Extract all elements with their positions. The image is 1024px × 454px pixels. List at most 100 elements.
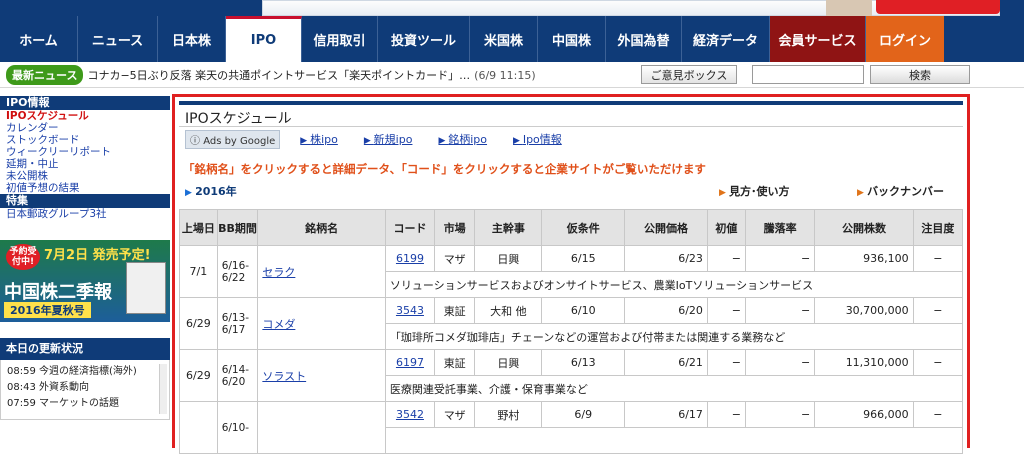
column-header: 仮条件 [541,209,626,246]
stock-code[interactable]: 6199 [384,245,436,272]
nav-item-2[interactable]: 日本株 [158,16,226,62]
lead-manager: 野村 [474,401,543,428]
stock-name-link[interactable]: セラク [262,266,295,279]
listing-date [179,401,218,454]
nav-item-4[interactable]: 信用取引 [302,16,378,62]
sidebar-link[interactable]: ウィークリーリポート [0,146,170,158]
ads-by-google-badge[interactable]: ⓘ Ads by Google [185,129,281,149]
stock-name[interactable]: コメダ [257,297,386,350]
business-description: 医療関連受託事業、介護・保育事業など [384,375,964,402]
market: マザ [434,401,476,428]
nav-item-5[interactable]: 投資ツール [378,16,470,62]
nav-item-7[interactable]: 中国株 [538,16,606,62]
news-time: (6/9 11:15) [474,68,536,82]
table-row: 6/10- 3542 マザ 野村 6/9 6/17− −966,000− [179,401,964,454]
offer-price: 6/21 [624,349,708,376]
offered-shares: 936,100 [814,245,914,272]
updates-scrollbar[interactable] [159,364,167,414]
sidebar-feature-links: 日本郵政グループ3社 [0,208,170,220]
change-rate: − [744,245,816,272]
title-bar: IPOスケジュール [179,101,963,127]
stock-code-link[interactable]: 6199 [396,252,424,265]
nav-item-9[interactable]: 経済データ [682,16,770,62]
bb-period: 6/16- 6/22 [216,245,259,298]
first-price: − [706,245,746,272]
news-headline-text: コナカ−5日ぶり反落 楽天の共通ポイントサービス「楽天ポイントカード」… [87,68,471,82]
sidebar-link[interactable]: IPOスケジュール [0,110,170,122]
opinion-box-button[interactable]: ご意見ボックス [641,65,737,84]
business-description: 「珈琲所コメダ珈琲店」チェーンなどの運営および付帯または関連する業務など [384,323,964,350]
listing-date: 7/1 [179,245,218,298]
backnumber-link[interactable]: バックナンバー [857,183,944,199]
column-header: 市場 [434,209,476,246]
attention-level: − [912,401,964,428]
attention-level: − [912,349,964,376]
nav-item-6[interactable]: 米国株 [470,16,538,62]
nav-item-8[interactable]: 外国為替 [606,16,682,62]
change-rate: − [744,349,816,376]
sidebar-link[interactable]: 未公開株 [0,170,170,182]
column-header: コード [384,209,436,246]
info-icon: ⓘ [190,135,204,147]
nav-item-3[interactable]: IPO [226,16,302,62]
news-headline[interactable]: コナカ−5日ぶり反落 楽天の共通ポイントサービス「楽天ポイントカード」… (6/9… [87,67,535,83]
stock-code-link[interactable]: 6197 [396,356,424,369]
ad-link[interactable]: Ipo情報 [513,133,562,146]
ad-link[interactable]: 銘柄ipo [438,133,487,146]
news-bar: 最新ニュース コナカ−5日ぶり反落 楽天の共通ポイントサービス「楽天ポイントカー… [0,62,1024,88]
china-stock-report-banner[interactable]: 予約受付中! 7月2日 発売予定! 中国株二季報 2016年夏秋号 [0,240,170,322]
column-header: 注目度 [912,209,964,246]
sidebar-link[interactable]: 初値予想の結果 [0,182,170,194]
sidebar-link[interactable]: 延期・中止 [0,158,170,170]
sidebar-link[interactable]: カレンダー [0,122,170,134]
stock-name-link[interactable]: ソラスト [262,370,306,383]
click-notice: 「銘柄名」をクリックすると詳細データ、「コード」をクリックすると企業サイトがご覧… [183,162,706,176]
ipo-schedule-table: 上場日 BB期間 銘柄名 コード 市場 主幹事 仮条件 公開価格 初値 騰落率 公開株数 注目度 7/… [179,209,964,454]
howto-link[interactable]: 見方･使い方 [719,183,790,199]
sidebar-link[interactable]: 日本郵政グループ3社 [0,208,170,220]
attention-level: − [912,245,964,272]
nav-item-1[interactable]: ニュース [78,16,158,62]
table-row: 6/29 6/14- 6/20 ソラスト 6197 東証 日興 6/13 6/21− −11,3… [179,349,964,402]
ad-link[interactable]: 株ipo [300,133,338,146]
nav-item-11[interactable]: ログイン [866,16,944,62]
search-input[interactable] [752,65,864,84]
market: 東証 [434,297,476,324]
sidebar-link[interactable]: ストックボード [0,134,170,146]
book-cover-image [126,262,166,314]
stock-code[interactable]: 6197 [384,349,436,376]
listing-date: 6/29 [179,349,218,402]
stock-code-link[interactable]: 3543 [396,304,424,317]
first-price: − [706,297,746,324]
sidebar-section-feature: 特集 [0,194,170,208]
year-label: 2016年 [179,183,237,199]
nav-item-0[interactable]: ホーム [0,16,78,62]
market: 東証 [434,349,476,376]
stock-name[interactable]: ソラスト [257,349,386,402]
first-price: − [706,349,746,376]
ipo-schedule-panel: IPOスケジュール ⓘ Ads by Google 株ipo 新規ipo 銘柄ipo… [172,94,970,454]
bb-period: 6/13- 6/17 [216,297,259,350]
ad-link[interactable]: 新規ipo [364,133,413,146]
stock-name-link[interactable]: コメダ [262,318,295,331]
stock-code-link[interactable]: 3542 [396,408,424,421]
latest-news-badge: 最新ニュース [6,64,84,85]
table-row: 6/29 6/13- 6/17 コメダ 3543 東証 大和 他 6/10 6/20− −30,… [179,297,964,350]
stock-code[interactable]: 3543 [384,297,436,324]
nav-item-10[interactable]: 会員サービス [770,16,866,62]
banner-title: 中国株二季報 [4,282,112,303]
stock-name[interactable] [257,401,386,454]
update-item[interactable]: 08:59 今週の経済指標(海外) [7,364,163,380]
column-header: BB期間 [216,209,259,246]
update-item[interactable]: 07:59 マーケットの話題 [7,396,163,412]
lead-manager: 大和 他 [474,297,543,324]
column-header: 公開価格 [624,209,708,246]
stock-name[interactable]: セラク [257,245,386,298]
update-item[interactable]: 08:43 外資系動向 [7,380,163,396]
offered-shares: 11,310,000 [814,349,914,376]
stock-code[interactable]: 3542 [384,401,436,428]
banner-cta-button[interactable] [876,0,1000,14]
column-header: 公開株数 [814,209,914,246]
search-button[interactable]: 検索 [870,65,970,84]
business-description: ソリューションサービスおよびオンサイトサービス、農業IoTソリューションサービス [384,271,964,298]
